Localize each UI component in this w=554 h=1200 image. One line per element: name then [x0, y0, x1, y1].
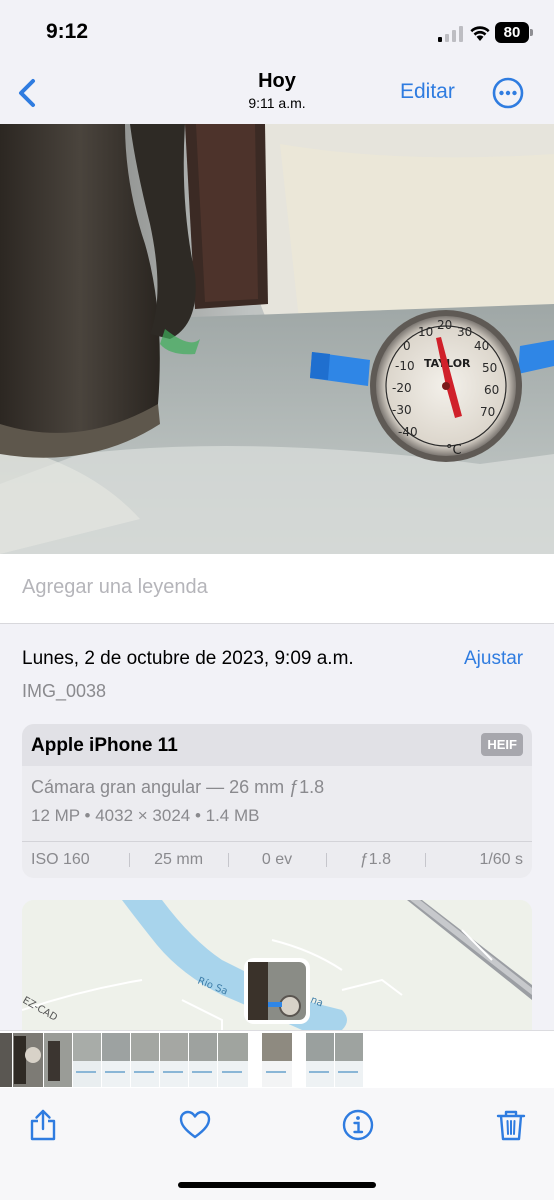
image-specs: 12 MP • 4032 × 3024 • 1.4 MB — [31, 806, 260, 825]
more-icon[interactable] — [492, 77, 524, 109]
svg-text:70: 70 — [480, 405, 495, 419]
exif-shutter: 1/60 s — [424, 842, 532, 878]
thermometer-photo: -40 -30 -20 -10 0 10 20 30 40 50 60 70 T… — [0, 124, 554, 554]
home-indicator — [178, 1182, 376, 1188]
adjust-date-button[interactable]: Ajustar — [464, 648, 523, 670]
svg-text:-30: -30 — [392, 403, 412, 417]
caption-area — [0, 554, 554, 624]
battery-indicator: 80 — [495, 22, 529, 43]
status-bar: 9:12 80 — [0, 0, 554, 62]
info-icon[interactable] — [341, 1108, 375, 1142]
svg-text:30: 30 — [457, 325, 472, 339]
photo-date: Lunes, 2 de octubre de 2023, 9:09 a.m. — [22, 648, 354, 669]
photo-viewer[interactable]: -40 -30 -20 -10 0 10 20 30 40 50 60 70 T… — [0, 124, 554, 554]
lens-info: Cámara gran angular — 26 mm ƒ1.8 — [31, 777, 325, 797]
dial-label--40: -40 — [398, 425, 418, 439]
svg-text:50: 50 — [482, 361, 497, 375]
trash-icon[interactable] — [494, 1108, 528, 1142]
cellular-signal-icon — [438, 26, 463, 42]
camera-info-card: Apple iPhone 11 HEIF Cámara gran angular… — [22, 724, 532, 878]
edit-button[interactable]: Editar — [400, 80, 455, 104]
heart-icon[interactable] — [178, 1108, 212, 1142]
exif-aperture: ƒ1.8 — [326, 842, 424, 878]
back-chevron-icon[interactable] — [12, 76, 42, 110]
share-icon[interactable] — [26, 1108, 60, 1142]
filmstrip-thumbnails — [0, 1033, 363, 1087]
status-time: 9:12 — [46, 20, 89, 43]
battery-cap — [530, 29, 533, 36]
nav-title: Hoy — [258, 70, 296, 92]
exif-exposure: 0 ev — [227, 842, 326, 878]
format-badge: HEIF — [481, 733, 523, 756]
wifi-icon — [470, 26, 490, 41]
map-graphic: Río Sa na EZ-CAD — [22, 900, 532, 1030]
exif-row: ISO 160 25 mm 0 ev ƒ1.8 1/60 s — [22, 842, 532, 878]
navigation-bar: Hoy 9:11 a.m. Editar — [0, 62, 554, 124]
file-name: IMG_0038 — [22, 681, 107, 701]
svg-text:-20: -20 — [392, 381, 412, 395]
svg-text:0: 0 — [403, 339, 411, 353]
location-map[interactable]: Río Sa na EZ-CAD — [22, 900, 532, 1030]
thermometer-unit: °C — [446, 443, 462, 458]
filmstrip[interactable] — [0, 1030, 554, 1088]
svg-text:-10: -10 — [395, 359, 415, 373]
svg-text:20: 20 — [437, 318, 452, 332]
nav-subtitle: 9:11 a.m. — [248, 95, 306, 111]
caption-input[interactable] — [22, 576, 522, 599]
exif-iso: ISO 160 — [31, 851, 90, 868]
device-name: Apple iPhone 11 — [31, 735, 178, 756]
svg-text:60: 60 — [484, 383, 499, 397]
exif-focal-length: 25 mm — [129, 842, 227, 878]
svg-text:10: 10 — [418, 325, 433, 339]
svg-text:40: 40 — [474, 339, 489, 353]
camera-info-header: Apple iPhone 11 HEIF — [22, 724, 532, 766]
